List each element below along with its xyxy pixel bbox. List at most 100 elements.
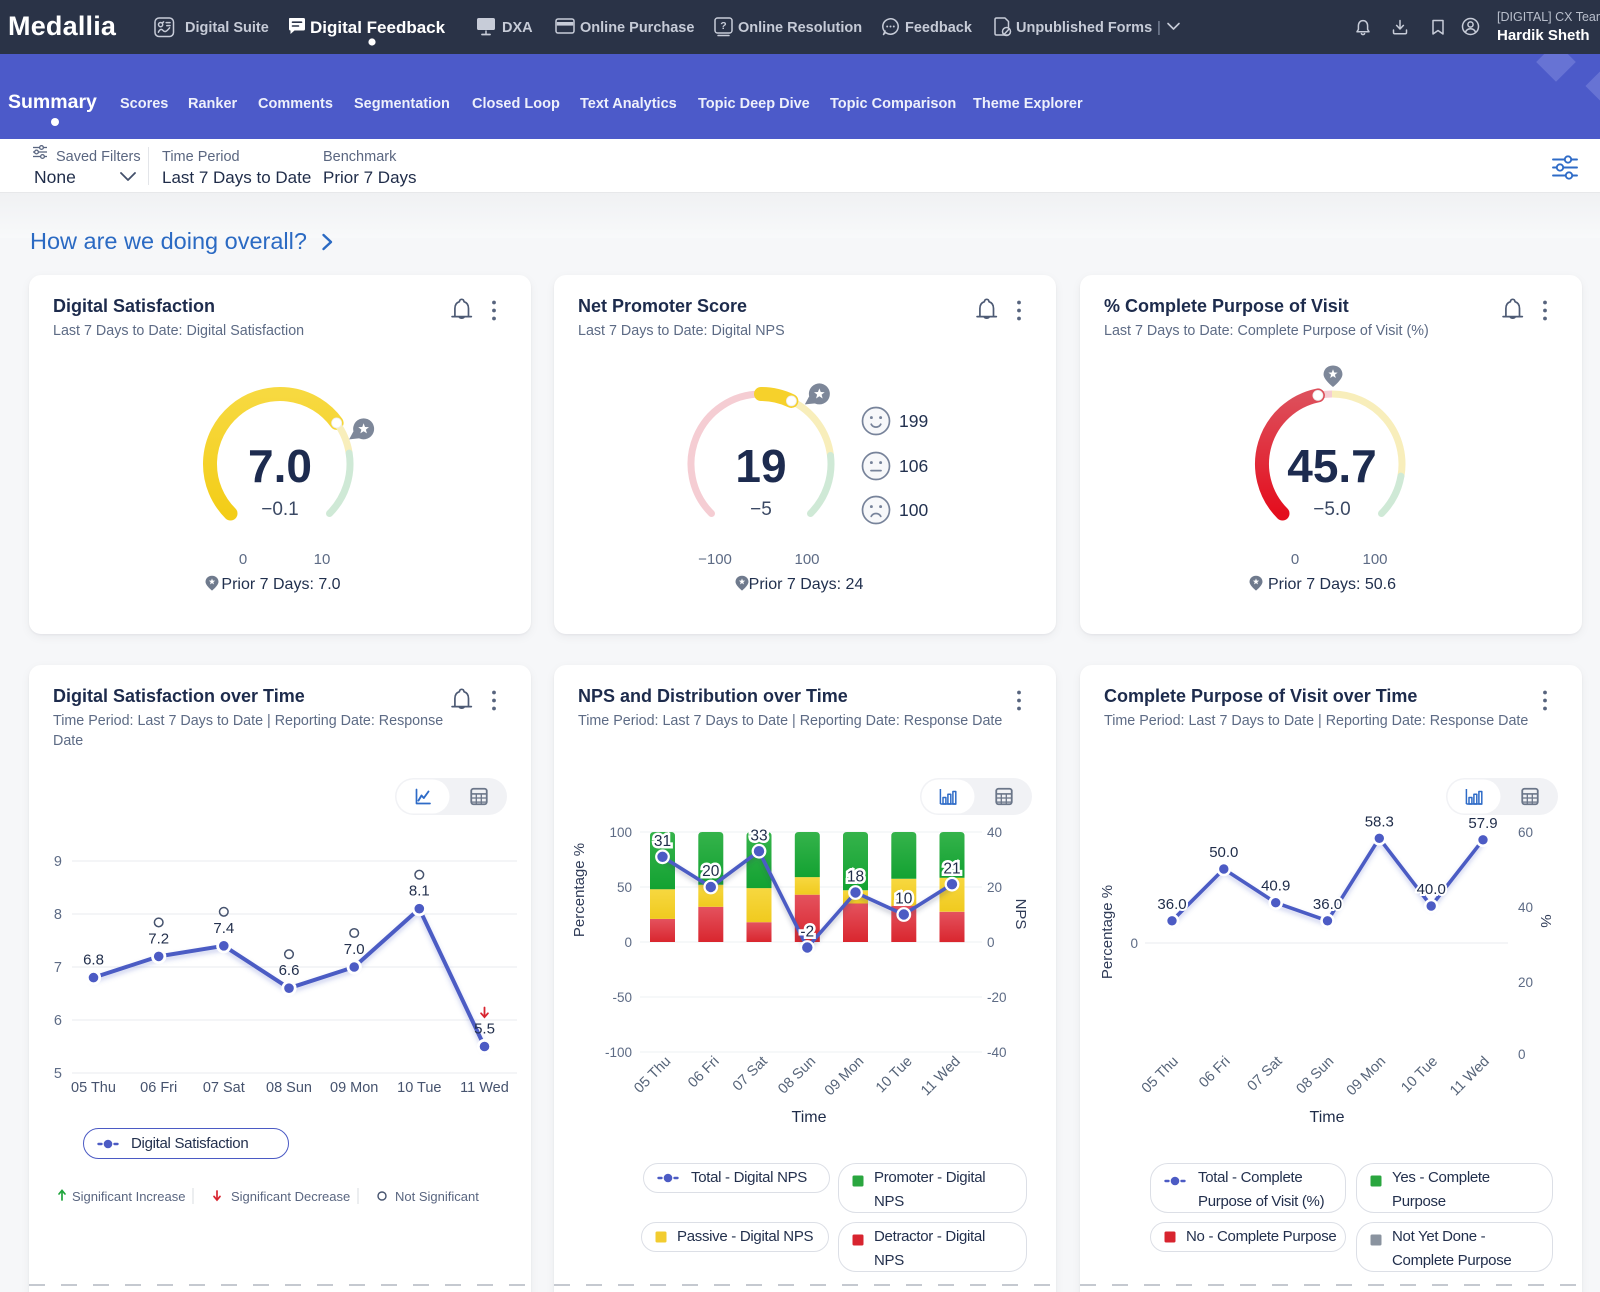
svg-text:05 Thu: 05 Thu	[1139, 1054, 1182, 1097]
svg-text:10 Tue: 10 Tue	[873, 1054, 916, 1097]
svg-text:06 Fri: 06 Fri	[685, 1054, 723, 1092]
svg-text:10 Tue: 10 Tue	[397, 1080, 441, 1096]
svg-text:-2: -2	[800, 924, 814, 941]
svg-text:-50: -50	[612, 990, 632, 1005]
svg-text:−0.1: −0.1	[261, 499, 299, 520]
svg-text:6.6: 6.6	[279, 962, 300, 979]
svg-text:7.0: 7.0	[248, 440, 312, 492]
svg-text:Online Purchase: Online Purchase	[580, 20, 694, 36]
svg-text:11 Wed: 11 Wed	[918, 1054, 964, 1100]
svg-text:Unpublished Forms: Unpublished Forms	[1016, 20, 1152, 36]
svg-text:09 Mon: 09 Mon	[1344, 1054, 1390, 1100]
svg-text:5.5: 5.5	[474, 1021, 495, 1038]
svg-text:45.7: 45.7	[1287, 440, 1377, 492]
svg-text:7.0: 7.0	[344, 941, 365, 958]
svg-text:09 Mon: 09 Mon	[822, 1054, 868, 1100]
svg-text:57.9: 57.9	[1468, 815, 1497, 832]
svg-text:Feedback: Feedback	[905, 20, 973, 36]
svg-text:0: 0	[1130, 936, 1138, 951]
svg-text:10 Tue: 10 Tue	[1398, 1054, 1441, 1097]
svg-text:10: 10	[895, 891, 913, 908]
svg-text:Digital Feedback: Digital Feedback	[310, 18, 446, 37]
svg-text:21: 21	[943, 860, 960, 877]
svg-text:20: 20	[1518, 975, 1533, 990]
svg-text:08 Sun: 08 Sun	[1294, 1054, 1338, 1098]
svg-text:40.0: 40.0	[1417, 881, 1446, 898]
svg-text:Time Period: Time Period	[162, 149, 240, 165]
svg-text:33: 33	[750, 827, 767, 844]
svg-text:Last 7 Days to Date: Last 7 Days to Date	[162, 168, 311, 187]
svg-text:5: 5	[54, 1066, 62, 1082]
svg-text:100: 100	[794, 551, 819, 568]
svg-text:Benchmark: Benchmark	[323, 149, 397, 165]
svg-text:31: 31	[654, 833, 671, 850]
svg-text:08 Sun: 08 Sun	[775, 1054, 819, 1098]
svg-text:0: 0	[624, 935, 632, 950]
svg-text:36.0: 36.0	[1313, 896, 1342, 913]
svg-text:6.8: 6.8	[83, 952, 104, 969]
svg-text:Time: Time	[792, 1109, 827, 1126]
svg-text:60: 60	[1518, 825, 1533, 840]
svg-text:40.9: 40.9	[1261, 878, 1290, 895]
svg-text:DXA: DXA	[502, 20, 533, 36]
svg-text:7: 7	[54, 960, 62, 976]
svg-text:18: 18	[847, 869, 864, 886]
svg-text:40: 40	[1518, 900, 1533, 915]
svg-text:Online Resolution: Online Resolution	[738, 20, 862, 36]
svg-text:Time: Time	[1310, 1109, 1345, 1126]
svg-text:Prior 7 Days: 24: Prior 7 Days: 24	[749, 576, 864, 593]
svg-text:Saved Filters: Saved Filters	[56, 149, 141, 165]
svg-text:05 Thu: 05 Thu	[631, 1054, 674, 1097]
svg-text:−100: −100	[698, 551, 732, 568]
svg-text:36.0: 36.0	[1157, 896, 1186, 913]
svg-text:20: 20	[987, 880, 1002, 895]
svg-text:05 Thu: 05 Thu	[71, 1080, 116, 1096]
svg-text:20: 20	[702, 863, 720, 880]
svg-text:Prior 7 Days: 50.6: Prior 7 Days: 50.6	[1268, 576, 1396, 593]
svg-text:8.1: 8.1	[409, 883, 430, 900]
svg-text:0: 0	[239, 551, 247, 568]
svg-text:?: ?	[720, 20, 726, 32]
svg-text:07 Sat: 07 Sat	[1245, 1054, 1286, 1095]
svg-text:11 Wed: 11 Wed	[460, 1080, 509, 1096]
svg-text:Significant Increase: Significant Increase	[72, 1189, 185, 1204]
svg-text:7.2: 7.2	[148, 930, 169, 947]
svg-text:9: 9	[54, 854, 62, 870]
svg-text:07 Sat: 07 Sat	[203, 1080, 245, 1096]
svg-text:58.3: 58.3	[1365, 813, 1394, 830]
svg-text:Not Significant: Not Significant	[395, 1189, 479, 1204]
svg-text:106: 106	[899, 456, 928, 476]
svg-text:%: %	[1537, 914, 1554, 927]
svg-text:Hardik Sheth: Hardik Sheth	[1497, 27, 1590, 44]
svg-text:Prior 7 Days: Prior 7 Days	[323, 168, 417, 187]
svg-text:None: None	[34, 167, 76, 187]
svg-text:06 Fri: 06 Fri	[1196, 1054, 1234, 1092]
svg-text:−5: −5	[750, 499, 772, 520]
svg-text:0: 0	[1518, 1047, 1526, 1062]
svg-text:0: 0	[1291, 551, 1299, 568]
svg-text:−5.0: −5.0	[1313, 499, 1351, 520]
svg-text:10: 10	[314, 551, 331, 568]
svg-text:7.4: 7.4	[213, 920, 234, 937]
svg-text:-40: -40	[987, 1045, 1007, 1060]
svg-text:199: 199	[899, 411, 928, 431]
svg-text:6: 6	[54, 1013, 62, 1029]
svg-text:19: 19	[735, 440, 786, 492]
svg-text:0: 0	[987, 935, 995, 950]
svg-text:06 Fri: 06 Fri	[140, 1080, 177, 1096]
svg-text:100: 100	[609, 825, 632, 840]
svg-text:Prior 7 Days: 7.0: Prior 7 Days: 7.0	[221, 576, 340, 593]
svg-text:Digital Suite: Digital Suite	[185, 20, 269, 36]
svg-text:Percentage %: Percentage %	[571, 843, 588, 937]
svg-text:50.0: 50.0	[1209, 844, 1238, 861]
svg-text:Significant Decrease: Significant Decrease	[231, 1189, 350, 1204]
svg-text:-100: -100	[605, 1045, 632, 1060]
svg-text:07 Sat: 07 Sat	[730, 1054, 771, 1095]
svg-text:40: 40	[987, 825, 1002, 840]
svg-text:8: 8	[54, 907, 62, 923]
svg-text:09 Mon: 09 Mon	[330, 1080, 378, 1096]
svg-text:-20: -20	[987, 990, 1007, 1005]
svg-text:11 Wed: 11 Wed	[1447, 1054, 1493, 1100]
svg-text:100: 100	[1362, 551, 1387, 568]
svg-text:08 Sun: 08 Sun	[266, 1080, 312, 1096]
